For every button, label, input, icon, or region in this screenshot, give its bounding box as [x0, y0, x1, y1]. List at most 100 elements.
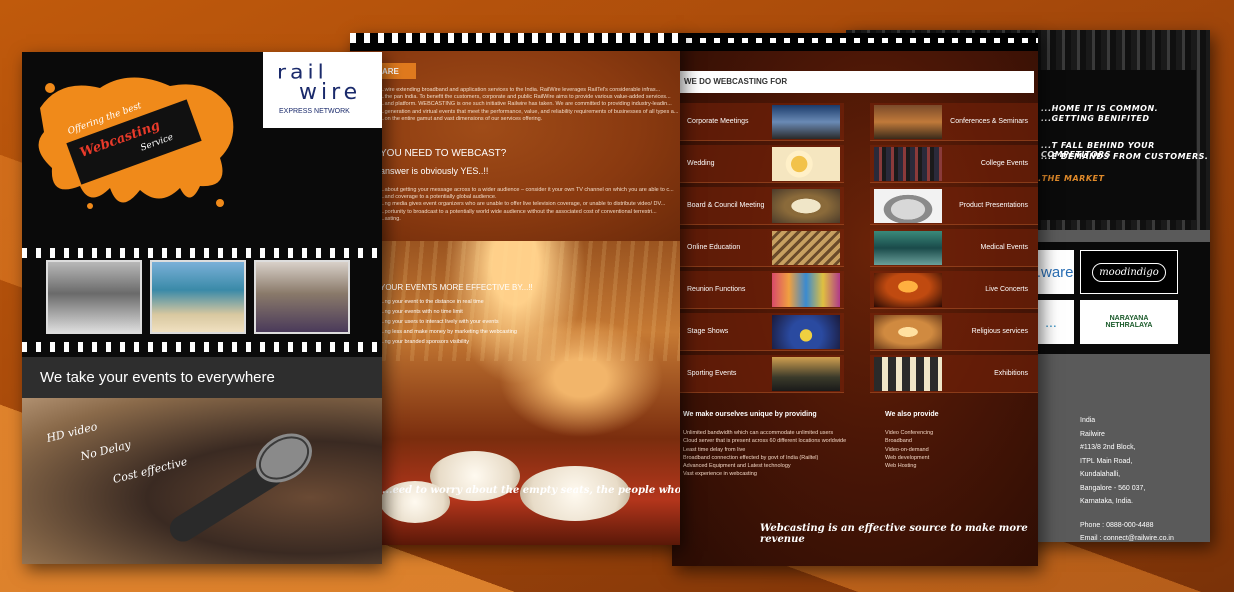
list-item: Least time delay from live: [683, 446, 746, 453]
partner-logo-narayana: NARAYANA NETHRALAYA: [1080, 300, 1178, 344]
text-line: ...asting.: [380, 215, 401, 222]
list-item: Broadband: [885, 438, 912, 445]
film-strip: [350, 33, 680, 51]
list-item: ...ng your branded sponsors visibility: [380, 339, 469, 345]
logo-text: wire: [299, 80, 362, 105]
address-line: ITPL Main Road,: [1080, 457, 1133, 465]
service-thumbnail: [772, 105, 840, 139]
service-item: College Events: [870, 145, 1038, 183]
text-line: ...and coverage to a potentially global …: [380, 194, 497, 201]
service-label: Exhibitions: [994, 370, 1028, 377]
answer-text: answer is obviously YES..!!: [380, 166, 489, 176]
list-item: Advanced Equipment and Latest technology: [683, 463, 791, 470]
address-line: Kundalahalli,: [1080, 471, 1121, 478]
list-item: ...ng your users to interact lively with…: [380, 319, 499, 325]
list-item: Unlimited bandwidth which can accommodat…: [683, 430, 834, 436]
service-item: Wedding: [676, 145, 844, 183]
orange-paint-splash: [38, 77, 234, 209]
service-item: Live Concerts: [870, 271, 1038, 309]
address-line: Karnataka, India.: [1080, 498, 1133, 505]
effective-list: ...ng your event to the distance in real…: [380, 297, 517, 347]
service-thumbnail: [874, 273, 942, 307]
service-label: College Events: [980, 160, 1028, 167]
brochure-page-cover: Offering the best Webcasting Service rai…: [22, 52, 382, 564]
service-thumbnail: [772, 231, 840, 265]
service-item: Corporate Meetings: [676, 103, 844, 141]
unique-title: We make ourselves unique by providing: [683, 411, 817, 418]
service-label: Medical Events: [980, 244, 1028, 251]
list-item: ...ng your events with no time limit: [380, 309, 463, 315]
service-label: Live Concerts: [985, 286, 1028, 293]
list-item: ...ng your event to the distance in real…: [380, 299, 484, 305]
contact-address: India Railwire #113/8 2nd Block, ITPL Ma…: [1080, 414, 1174, 542]
service-label: Board & Council Meeting: [687, 202, 765, 209]
text-line: ...about getting your message across to …: [380, 187, 674, 193]
service-label: Sporting Events: [687, 370, 737, 377]
address-line: India: [1080, 417, 1096, 424]
service-label: Online Education: [687, 244, 741, 251]
service-item: Conferences & Seminars: [870, 103, 1038, 141]
microphone-icon: [169, 433, 312, 542]
service-thumbnail: [772, 315, 840, 349]
handwritten-line: HD video: [45, 419, 99, 446]
section-header: WE DO WEBCASTING FOR: [672, 71, 1034, 93]
everywhere-banner: We take your events to everywhere: [22, 357, 382, 399]
service-thumbnail: [772, 147, 840, 181]
beach-photo: [150, 260, 246, 334]
text-line: ...generation and virtual events that me…: [380, 108, 679, 115]
need-body: ...about getting your message across to …: [380, 187, 674, 223]
service-thumbnail: [874, 147, 942, 181]
service-thumbnail: [874, 189, 942, 223]
service-item: Religious services: [870, 313, 1038, 351]
partner-logo-moodindigo: moodindigo: [1080, 250, 1178, 294]
service-item: Stage Shows: [676, 313, 844, 351]
also-title: We also provide: [885, 411, 939, 418]
microphone-photo: HD video No Delay Cost effective: [22, 398, 382, 564]
brochure-page-services: WE DO WEBCASTING FOR Corporate Meetings …: [672, 33, 1038, 566]
list-item: Video-on-demand: [885, 446, 929, 453]
grunge-line: ...THE MARKET: [1031, 174, 1105, 183]
service-item: Sporting Events: [676, 355, 844, 393]
list-item: Web development: [885, 454, 930, 461]
address-line: Railwire: [1080, 430, 1105, 438]
service-item: Exhibitions: [870, 355, 1038, 393]
film-strip: [672, 33, 1038, 51]
service-label: Wedding: [687, 160, 715, 167]
service-thumbnail: [772, 189, 840, 223]
service-item: Reunion Functions: [676, 271, 844, 309]
unique-list: Unlimited bandwidth which can accommodat…: [683, 429, 846, 479]
service-label: Religious services: [971, 328, 1028, 335]
need-heading: YOU NEED TO WEBCAST?: [380, 148, 507, 159]
text-line: ...portunity to broadcast to a potential…: [380, 208, 657, 215]
phone-text: Phone : 0888-000-4488: [1080, 521, 1154, 529]
empty-seats-tagline: ...eed to worry about the empty seats, t…: [382, 485, 680, 496]
effective-heading: YOUR EVENTS MORE EFFECTIVE BY...!!: [380, 283, 533, 292]
text-line: ...on the entire gamut and vast dimensio…: [380, 115, 543, 122]
service-thumbnail: [772, 357, 840, 391]
service-item: Online Education: [676, 229, 844, 267]
grunge-line: ...E DEMANDS FROM CUSTOMERS.: [1041, 152, 1209, 161]
service-thumbnail: [874, 231, 942, 265]
email-text: Email : connect@railwire.co.in: [1080, 535, 1174, 542]
railwire-logo: rail wire EXPRESS NETWORK: [263, 52, 382, 128]
laptop-photo: [46, 260, 142, 334]
list-item: Cloud server that is present across 60 d…: [683, 438, 847, 445]
list-item: Web Hosting: [885, 463, 917, 470]
service-thumbnail: [874, 357, 942, 391]
service-item: Medical Events: [870, 229, 1038, 267]
text-line: ...wire extending broadband and applicat…: [380, 87, 661, 93]
brochure-page-about: ARE ...wire extending broadband and appl…: [350, 33, 680, 545]
service-item: Board & Council Meeting: [676, 187, 844, 225]
list-item: Vast experience in webcasting: [683, 471, 757, 478]
text-line: ...the pan India. To benefit the custome…: [380, 94, 671, 101]
logo-subtitle: EXPRESS NETWORK: [279, 108, 350, 115]
address-line: #113/8 2nd Block,: [1080, 444, 1136, 451]
service-label: Stage Shows: [687, 328, 729, 335]
list-item: ...ng less and make money by marketing t…: [380, 329, 517, 335]
text-line: ...and platform. WEBCASTING is one such …: [380, 101, 672, 108]
address-line: Bangalore - 560 037,: [1080, 484, 1146, 492]
service-thumbnail: [772, 273, 840, 307]
grunge-line: ...GETTING BENIFITED: [1041, 114, 1150, 123]
intro-text: ...wire extending broadband and applicat…: [380, 87, 678, 123]
service-label: Reunion Functions: [687, 286, 746, 293]
